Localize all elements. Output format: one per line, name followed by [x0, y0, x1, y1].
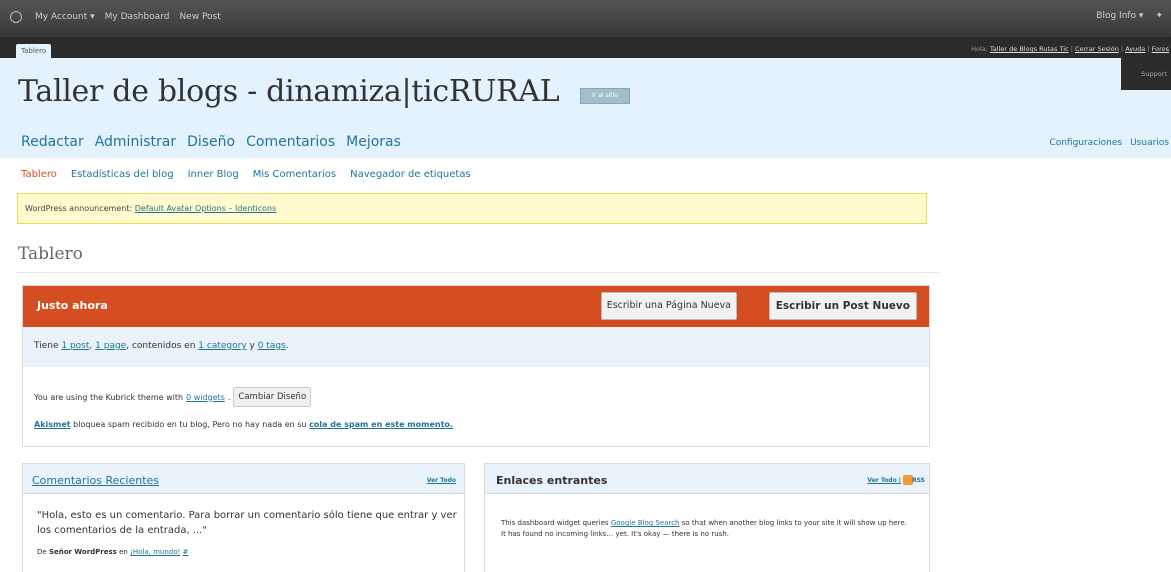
google-blog-search-link[interactable]: Google Blog Search: [611, 519, 680, 527]
tab-dashboard[interactable]: Tablero: [16, 44, 52, 58]
nav-comments[interactable]: Comentarios: [246, 134, 335, 150]
comment-post-link[interactable]: ¡Hola, mundo!: [130, 548, 180, 556]
right-now-box: Justo ahora Escribir una Página Nueva Es…: [22, 285, 930, 447]
user-info: Hola, Taller de Blogs Rutas Tic | Cerrar…: [971, 45, 1169, 53]
announcement-link[interactable]: Default Avatar Options – Identicons: [135, 204, 277, 213]
recent-comments-header: Comentarios Recientes Ver Todo: [23, 464, 464, 494]
view-all-label: Ver Todo: [867, 477, 897, 484]
stats-separator: ,: [89, 341, 93, 351]
comment-permalink[interactable]: #: [183, 548, 189, 556]
separator-pipe: |: [898, 477, 901, 484]
nav-design[interactable]: Diseño: [187, 134, 235, 150]
announcement-notice: WordPress announcement: Default Avatar O…: [17, 193, 927, 224]
wordpress-logo-icon[interactable]: [10, 11, 22, 23]
star-icon[interactable]: ✦: [1155, 11, 1163, 21]
site-title: Taller de blogs - dinamiza|ticRURAL: [18, 74, 560, 109]
comment-author: Señor WordPress: [48, 548, 117, 556]
comment-by: De: [37, 548, 47, 556]
nav-plugins[interactable]: Mejoras: [346, 134, 401, 150]
incoming-links-view-all[interactable]: Ver Todo |: [867, 477, 901, 484]
admin-bar: My Account ▾ My Dashboard New Post Blog …: [0, 0, 1171, 37]
notice-prefix: WordPress announcement:: [25, 204, 133, 213]
recent-comments-title[interactable]: Comentarios Recientes: [32, 474, 159, 487]
subnav-blog-stats[interactable]: Estadísticas del blog: [71, 169, 174, 180]
incoming-text-before: This dashboard widget queries: [501, 519, 609, 527]
spam-queue-link[interactable]: cola de spam en este momento.: [309, 420, 453, 429]
dashboard-tab-strip: Tablero Hola, Taller de Blogs Rutas Tic …: [0, 37, 1171, 58]
write-post-button[interactable]: Escribir un Post Nuevo: [768, 292, 917, 320]
recent-comments-widget: Comentarios Recientes Ver Todo "Hola, es…: [22, 463, 465, 572]
comment-on: en: [119, 548, 128, 556]
pages-count-link[interactable]: 1 page: [95, 341, 126, 351]
title-divider: [17, 272, 939, 273]
admin-bar-left: My Account ▾ My Dashboard New Post: [10, 11, 221, 23]
admin-bar-right: Blog Info ▾ ✦: [1096, 11, 1163, 21]
howdy-text: Hola,: [971, 45, 988, 53]
subnav-inner-blog[interactable]: Inner Blog: [188, 169, 239, 180]
incoming-links-title: Enlaces entrantes: [496, 474, 608, 487]
posts-count-link[interactable]: 1 post: [61, 341, 89, 351]
forums-link[interactable]: Foros: [1152, 45, 1169, 53]
akismet-text: bloquea spam recibido en tu blog, Pero n…: [73, 420, 307, 429]
support-tab[interactable]: Support: [1121, 58, 1171, 90]
subnav-dashboard[interactable]: Tablero: [21, 169, 57, 180]
rss-link[interactable]: RSS: [912, 477, 925, 484]
incoming-links-widget: Enlaces entrantes Ver Todo | RSS This da…: [484, 463, 930, 572]
main-nav: Redactar Administrar Diseño Comentarios …: [21, 134, 401, 150]
stats-mid: , contenidos en: [126, 341, 196, 351]
user-profile-link[interactable]: Taller de Blogs Rutas Tic: [990, 45, 1069, 53]
support-label: Support: [1141, 70, 1167, 78]
theme-end: .: [227, 392, 231, 402]
my-account-menu[interactable]: My Account ▾: [35, 12, 95, 22]
right-now-header: Justo ahora Escribir una Página Nueva Es…: [23, 286, 929, 327]
content-stats: Tiene 1 post, 1 page, contenidos en 1 ca…: [23, 327, 929, 367]
akismet-link[interactable]: Akismet: [34, 420, 71, 429]
incoming-links-text: This dashboard widget queries Google Blo…: [501, 518, 911, 540]
my-dashboard-link[interactable]: My Dashboard: [105, 12, 170, 22]
tags-count-link[interactable]: 0 tags: [258, 341, 286, 351]
categories-count-link[interactable]: 1 category: [198, 341, 246, 351]
stats-period: .: [285, 341, 289, 351]
subnav-my-comments[interactable]: Mis Comentarios: [253, 169, 336, 180]
comment-meta: De Señor WordPress en ¡Hola, mundo! #: [37, 548, 188, 556]
nav-settings[interactable]: Configuraciones: [1049, 138, 1122, 148]
blog-info-menu[interactable]: Blog Info ▾: [1096, 11, 1143, 21]
new-post-link[interactable]: New Post: [179, 12, 220, 22]
stats-and: y: [249, 341, 255, 351]
subnav-tag-browser[interactable]: Navegador de etiquetas: [350, 169, 471, 180]
comment-excerpt: "Hola, esto es un comentario. Para borra…: [37, 510, 457, 536]
sub-nav: Tablero Estadísticas del blog Inner Blog…: [21, 169, 471, 180]
theme-text: You are using the Kubrick theme with: [34, 392, 184, 402]
help-link[interactable]: Ayuda: [1125, 45, 1145, 53]
visit-site-button[interactable]: Ir al sitio: [580, 88, 630, 104]
widgets-link[interactable]: 0 widgets: [186, 393, 225, 402]
stats-prefix: Tiene: [34, 341, 59, 351]
nav-manage[interactable]: Administrar: [95, 134, 176, 150]
right-now-title: Justo ahora: [37, 299, 108, 312]
theme-info: You are using the Kubrick theme with 0 w…: [34, 387, 312, 407]
logout-link[interactable]: Cerrar Sesión: [1075, 45, 1119, 53]
write-page-button[interactable]: Escribir una Página Nueva: [600, 292, 737, 320]
page-title: Tablero: [18, 244, 83, 264]
incoming-links-header: Enlaces entrantes Ver Todo | RSS: [485, 464, 929, 494]
change-theme-button[interactable]: Cambiar Diseño: [233, 387, 312, 407]
nav-write[interactable]: Redactar: [21, 134, 84, 150]
nav-users[interactable]: Usuarios: [1130, 138, 1169, 148]
recent-comments-view-all[interactable]: Ver Todo: [427, 477, 456, 484]
akismet-info: Akismet bloquea spam recibido en tu blog…: [34, 420, 453, 429]
right-nav: Configuraciones Usuarios: [1049, 138, 1169, 148]
